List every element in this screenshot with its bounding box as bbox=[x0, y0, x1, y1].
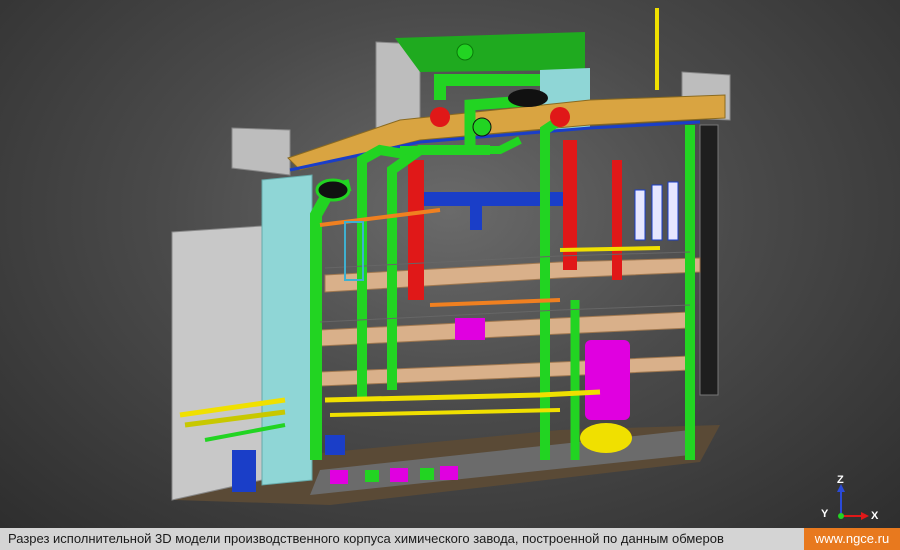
floor-slab-3 bbox=[324, 257, 701, 293]
red-fan-2 bbox=[550, 107, 570, 127]
red-column-1 bbox=[408, 160, 424, 300]
model-viewport[interactable]: Z Y X bbox=[0, 0, 900, 528]
caption-text: Разрез исполнительной 3D модели производ… bbox=[8, 531, 724, 546]
floor-slab-1 bbox=[319, 355, 691, 387]
axis-x-label: X bbox=[871, 510, 879, 522]
plant-3d-model-section bbox=[171, 8, 731, 505]
right-equipment-3 bbox=[667, 181, 679, 241]
floor-slab-2 bbox=[319, 311, 691, 347]
pump-4 bbox=[365, 470, 379, 482]
left-column-wall bbox=[261, 174, 313, 486]
green-fan bbox=[472, 117, 492, 137]
axis-z-label: Z bbox=[837, 474, 844, 486]
roof-vent bbox=[456, 43, 474, 61]
pump-1 bbox=[330, 470, 348, 484]
caption-bar: Разрез исполнительной 3D модели производ… bbox=[0, 528, 900, 550]
pump-2 bbox=[390, 468, 408, 482]
left-column-cap bbox=[231, 127, 291, 176]
axis-triad: Z Y X bbox=[815, 474, 885, 526]
magenta-tank-2 bbox=[455, 318, 485, 340]
site-link[interactable]: www.ngce.ru bbox=[804, 528, 900, 550]
right-window-strip bbox=[699, 124, 719, 396]
lower-blue-box bbox=[325, 435, 345, 455]
blue-duct-2 bbox=[470, 200, 482, 230]
yellow-pipe-3 bbox=[559, 246, 661, 252]
top-tower-roof bbox=[395, 32, 585, 72]
yellow-pipe-2 bbox=[329, 408, 561, 417]
right-equipment-1 bbox=[634, 189, 646, 241]
pump-5 bbox=[420, 468, 434, 480]
right-equipment-2 bbox=[651, 184, 663, 241]
axis-y-label: Y bbox=[821, 508, 829, 520]
pump-3 bbox=[440, 466, 458, 480]
duct-opening bbox=[508, 89, 548, 107]
duct-opening-left bbox=[315, 178, 351, 202]
yellow-tank bbox=[580, 423, 632, 453]
magenta-vessel bbox=[585, 340, 630, 420]
red-column-3 bbox=[612, 160, 622, 280]
annex-door bbox=[232, 450, 256, 492]
red-fan-1 bbox=[430, 107, 450, 127]
